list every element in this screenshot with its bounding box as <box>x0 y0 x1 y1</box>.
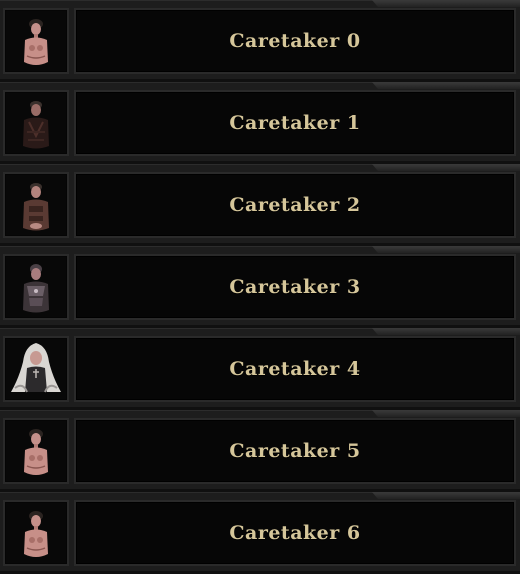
caretaker-row-5[interactable]: Caretaker 5 <box>0 410 520 492</box>
caretaker-row-0[interactable]: Caretaker 0 <box>0 0 520 82</box>
caretaker-name: Caretaker 4 <box>229 358 361 380</box>
nude-woman-portrait-icon <box>24 511 48 557</box>
row-divider-notch <box>372 82 520 89</box>
caretaker-name-panel[interactable]: Caretaker 2 <box>74 172 516 238</box>
caretaker-name: Caretaker 3 <box>229 276 361 298</box>
nude-woman-portrait-icon <box>24 429 48 475</box>
armored-woman-portrait-icon <box>23 264 49 313</box>
row-divider-notch <box>372 492 520 499</box>
caretaker-name-panel[interactable]: Caretaker 6 <box>74 500 516 566</box>
caretaker-row-1[interactable]: Caretaker 1 <box>0 82 520 164</box>
row-divider-notch <box>372 164 520 171</box>
caretaker-name: Caretaker 6 <box>229 522 361 544</box>
portrait-frame[interactable] <box>3 254 69 320</box>
white-haired-nun-portrait-icon <box>11 343 61 393</box>
row-divider-notch <box>372 410 520 417</box>
portrait-frame[interactable] <box>3 172 69 238</box>
portrait-frame[interactable] <box>3 336 69 402</box>
caretaker-name: Caretaker 2 <box>229 194 361 216</box>
dark-robed-woman-portrait-icon <box>23 101 49 149</box>
caretaker-row-6[interactable]: Caretaker 6 <box>0 492 520 574</box>
caretaker-name: Caretaker 0 <box>229 30 361 52</box>
caretaker-name-panel[interactable]: Caretaker 1 <box>74 90 516 156</box>
caretaker-name-panel[interactable]: Caretaker 4 <box>74 336 516 402</box>
caretaker-name-panel[interactable]: Caretaker 3 <box>74 254 516 320</box>
caretaker-name: Caretaker 1 <box>229 112 361 134</box>
nude-woman-portrait-icon <box>24 19 48 65</box>
caretaker-name-panel[interactable]: Caretaker 5 <box>74 418 516 484</box>
leather-clad-woman-portrait-icon <box>23 183 49 231</box>
portrait-frame[interactable] <box>3 418 69 484</box>
caretaker-name: Caretaker 5 <box>229 440 361 462</box>
row-divider-notch <box>372 0 520 7</box>
caretaker-row-3[interactable]: Caretaker 3 <box>0 246 520 328</box>
caretaker-row-4[interactable]: Caretaker 4 <box>0 328 520 410</box>
row-divider-notch <box>372 246 520 253</box>
row-divider-notch <box>372 328 520 335</box>
caretaker-list: Caretaker 0 Caretaker 1 Caretaker 2 Care… <box>0 0 520 574</box>
portrait-frame[interactable] <box>3 90 69 156</box>
portrait-frame[interactable] <box>3 500 69 566</box>
caretaker-row-2[interactable]: Caretaker 2 <box>0 164 520 246</box>
portrait-frame[interactable] <box>3 8 69 74</box>
caretaker-name-panel[interactable]: Caretaker 0 <box>74 8 516 74</box>
